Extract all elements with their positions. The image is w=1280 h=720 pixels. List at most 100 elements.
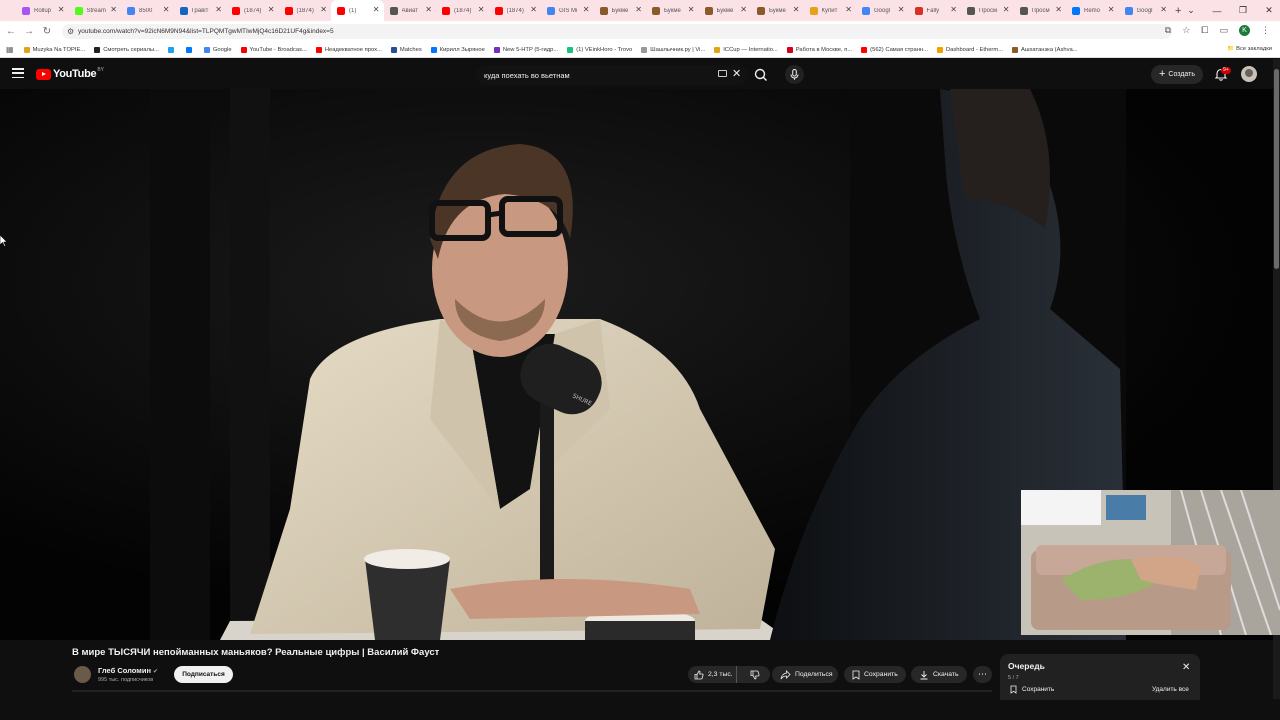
browser-tab[interactable]: Авиат ✕: [384, 0, 437, 21]
close-tab-icon[interactable]: ✕: [1055, 6, 1062, 14]
bookmark-item[interactable]: Кирилл Зыряное: [430, 46, 485, 53]
bookmark-item[interactable]: [167, 46, 177, 53]
close-tab-icon[interactable]: ✕: [740, 6, 747, 14]
browser-tab[interactable]: Remo ✕: [1066, 0, 1119, 21]
channel-name-link[interactable]: Глеб Соломин ✔: [98, 666, 158, 675]
url-field[interactable]: ⚙ youtube.com/watch?v=92icN6M9N94&list=T…: [62, 24, 1172, 39]
account-avatar[interactable]: [1241, 66, 1257, 82]
close-tab-icon[interactable]: ✕: [425, 6, 432, 14]
dislike-button[interactable]: [741, 666, 770, 683]
save-button[interactable]: Сохранить: [844, 666, 906, 683]
tab-search-icon[interactable]: ⌄: [1186, 5, 1196, 16]
browser-tab[interactable]: Букме ✕: [594, 0, 647, 21]
share-button[interactable]: Поделиться: [772, 666, 838, 683]
new-tab-button[interactable]: +: [1175, 5, 1181, 17]
bookmark-item[interactable]: (1) VEinkHoro - Trovo: [567, 46, 632, 53]
chrome-menu-icon[interactable]: ⋮: [1261, 25, 1270, 36]
bookmark-item[interactable]: Смотреть сериалы...: [94, 46, 159, 53]
bookmark-item[interactable]: YouTube - Broadcas...: [240, 46, 307, 53]
youtube-logo[interactable]: YouTube BY: [36, 67, 104, 80]
sidepanel-icon[interactable]: ▭: [1219, 25, 1228, 36]
more-actions-button[interactable]: ⋯: [973, 666, 992, 683]
bookmark-item[interactable]: [185, 46, 195, 53]
close-window-icon[interactable]: ✕: [1264, 5, 1274, 16]
bookmark-item[interactable]: Работа в Москве, п...: [786, 46, 852, 53]
close-tab-icon[interactable]: ✕: [58, 6, 65, 14]
minimize-icon[interactable]: —: [1212, 6, 1222, 16]
browser-tab[interactable]: (1874) ✕: [436, 0, 489, 21]
bookmark-item[interactable]: New 5-HTP (5-гидр...: [493, 46, 558, 53]
browser-tab[interactable]: GIS Mi ✕: [541, 0, 594, 21]
browser-tab[interactable]: Букме ✕: [699, 0, 752, 21]
channel-avatar[interactable]: [74, 666, 91, 683]
close-tab-icon[interactable]: ✕: [478, 6, 485, 14]
apps-icon[interactable]: ▦: [6, 45, 14, 54]
browser-tab[interactable]: Googl ✕: [1119, 0, 1172, 21]
close-tab-icon[interactable]: ✕: [530, 6, 537, 14]
browser-tab[interactable]: (1874) ✕: [489, 0, 542, 21]
bookmark-item[interactable]: Matches: [390, 46, 422, 53]
browser-tab[interactable]: Просм ✕: [961, 0, 1014, 21]
bookmark-item[interactable]: Ашхатанзка (Ashva...: [1012, 46, 1078, 53]
profile-avatar[interactable]: K: [1239, 25, 1250, 36]
queue-save-button[interactable]: Сохранить: [1010, 685, 1054, 694]
maximize-icon[interactable]: ❐: [1238, 5, 1248, 16]
browser-tab[interactable]: (1) ✕: [331, 0, 384, 21]
install-app-icon[interactable]: ⧉: [1165, 25, 1171, 36]
bookmark-item[interactable]: Google: [203, 46, 232, 53]
bookmark-item[interactable]: Dashboard - Etherm...: [937, 46, 1003, 53]
close-tab-icon[interactable]: ✕: [793, 6, 800, 14]
forward-icon[interactable]: →: [20, 26, 38, 37]
bookmark-item[interactable]: Muzyka Na TOPIE...: [23, 46, 85, 53]
close-tab-icon[interactable]: ✕: [583, 6, 590, 14]
browser-tab[interactable]: (1874) ✕: [279, 0, 332, 21]
bookmark-item[interactable]: (562) Самая странн...: [861, 46, 928, 53]
create-button[interactable]: + Создать: [1151, 65, 1203, 84]
browser-tab[interactable]: Stream ✕: [69, 0, 122, 21]
browser-tab[interactable]: Букме ✕: [646, 0, 699, 21]
browser-tab[interactable]: Букме ✕: [751, 0, 804, 21]
browser-tab[interactable]: 8500 ✕: [121, 0, 174, 21]
search-icon[interactable]: [752, 66, 770, 84]
close-tab-icon[interactable]: ✕: [163, 6, 170, 14]
close-tab-icon[interactable]: ✕: [898, 6, 905, 14]
keyboard-icon[interactable]: [718, 70, 727, 77]
subscribe-button[interactable]: Подписаться: [174, 666, 233, 683]
close-tab-icon[interactable]: ✕: [373, 6, 380, 14]
bookmark-item[interactable]: ICCup — Internatio...: [714, 46, 778, 53]
close-tab-icon[interactable]: ✕: [1160, 6, 1167, 14]
bookmark-item[interactable]: Неадекватное прох...: [315, 46, 382, 53]
bookmark-item[interactable]: Шашлычник.ру | Vi...: [641, 46, 705, 53]
close-tab-icon[interactable]: ✕: [950, 6, 957, 14]
all-bookmarks-link[interactable]: 📁 Все закладки: [1227, 46, 1272, 52]
extensions-icon[interactable]: ⧠: [1201, 25, 1208, 36]
close-tab-icon[interactable]: ✕: [110, 6, 117, 14]
close-tab-icon[interactable]: ✕: [635, 6, 642, 14]
browser-tab[interactable]: Купит ✕: [804, 0, 857, 21]
close-tab-icon[interactable]: ✕: [688, 6, 695, 14]
browser-tab[interactable]: Гравіт ✕: [174, 0, 227, 21]
close-tab-icon[interactable]: ✕: [215, 6, 222, 14]
download-button[interactable]: Скачать: [911, 666, 967, 683]
close-tab-icon[interactable]: ✕: [845, 6, 852, 14]
scrollbar-thumb[interactable]: [1274, 69, 1279, 269]
close-queue-icon[interactable]: ✕: [1182, 662, 1190, 673]
browser-tab[interactable]: Rollup ✕: [16, 0, 69, 21]
browser-tab[interactable]: Fally ✕: [909, 0, 962, 21]
queue-clear-button[interactable]: Удалить все: [1152, 686, 1189, 693]
reload-icon[interactable]: ↻: [38, 26, 56, 37]
clear-search-icon[interactable]: ✕: [732, 67, 741, 80]
voice-search-button[interactable]: [785, 65, 804, 84]
browser-tab[interactable]: Googl ✕: [856, 0, 909, 21]
search-input[interactable]: [484, 68, 714, 82]
site-info-icon[interactable]: ⚙: [67, 27, 74, 36]
close-tab-icon[interactable]: ✕: [320, 6, 327, 14]
like-button[interactable]: 2,3 тыс.: [688, 666, 737, 683]
browser-tab[interactable]: (1874) ✕: [226, 0, 279, 21]
browser-tab[interactable]: Просм ✕: [1014, 0, 1067, 21]
menu-icon[interactable]: [12, 68, 24, 78]
close-tab-icon[interactable]: ✕: [268, 6, 275, 14]
close-tab-icon[interactable]: ✕: [1108, 6, 1115, 14]
close-tab-icon[interactable]: ✕: [1003, 6, 1010, 14]
bookmark-star-icon[interactable]: ☆: [1182, 25, 1190, 36]
